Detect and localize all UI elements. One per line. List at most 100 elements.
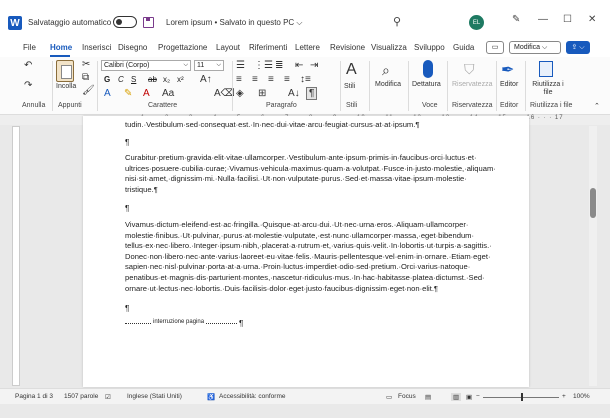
- tab-home[interactable]: Home: [50, 43, 72, 52]
- focus-icon[interactable]: ▭: [386, 393, 392, 401]
- page-indicator[interactable]: Pagina 1 di 3: [15, 393, 53, 400]
- subscript-button[interactable]: x₂: [163, 75, 170, 84]
- accessibility-status[interactable]: Accessibilità: conforme: [219, 393, 285, 400]
- close-icon[interactable]: ✕: [588, 14, 596, 25]
- tab-revisione[interactable]: Revisione: [330, 43, 365, 52]
- autosave-label: Salvataggio automatico: [28, 18, 112, 27]
- strikethrough-button[interactable]: ab: [148, 75, 157, 84]
- language-indicator[interactable]: Inglese (Stati Uniti): [127, 393, 182, 400]
- align-right-icon[interactable]: ≡: [268, 74, 274, 85]
- bullets-icon[interactable]: ☰: [236, 60, 245, 71]
- editor-icon[interactable]: ✒: [501, 60, 514, 80]
- increase-indent-icon[interactable]: ⇥: [310, 60, 318, 71]
- group-label-voce: Voce: [422, 102, 438, 109]
- copy-icon[interactable]: ⧉: [82, 72, 89, 83]
- tab-file[interactable]: File: [23, 43, 36, 52]
- text-effects-icon[interactable]: A: [104, 88, 111, 99]
- microphone-icon[interactable]: [423, 60, 433, 78]
- vertical-ruler[interactable]: [12, 126, 20, 386]
- font-color-icon[interactable]: A: [143, 88, 150, 99]
- shading-icon[interactable]: ◈: [236, 88, 244, 99]
- tab-progettazione[interactable]: Progettazione: [158, 43, 207, 52]
- paste-label[interactable]: Incolla: [56, 83, 76, 91]
- edit-mode-button[interactable]: Modifica ⌵: [509, 41, 561, 54]
- tab-sviluppo[interactable]: Sviluppo: [414, 43, 445, 52]
- tab-layout[interactable]: Layout: [216, 43, 240, 52]
- align-left-icon[interactable]: ≡: [236, 74, 242, 85]
- scrollbar-thumb[interactable]: [590, 188, 596, 218]
- undo-icon[interactable]: ↶: [24, 60, 32, 71]
- zoom-in-button[interactable]: +: [562, 393, 566, 400]
- font-size-select[interactable]: 11 ⌵: [194, 60, 224, 71]
- zoom-out-button[interactable]: −: [476, 393, 480, 400]
- reuse-files-icon[interactable]: [539, 61, 553, 77]
- change-case-icon[interactable]: Aa: [162, 88, 174, 99]
- read-mode-icon[interactable]: ▤: [425, 393, 431, 401]
- superscript-button[interactable]: x²: [177, 75, 184, 84]
- tab-lettere[interactable]: Lettere: [295, 43, 320, 52]
- highlight-icon[interactable]: ✎: [124, 88, 132, 99]
- collapse-ribbon-icon[interactable]: ⌃: [594, 102, 600, 110]
- vertical-scrollbar[interactable]: [589, 126, 597, 386]
- modifica-label[interactable]: Modifica: [375, 81, 401, 89]
- find-icon[interactable]: ⌕: [382, 62, 390, 79]
- tab-riferimenti[interactable]: Riferimenti: [249, 43, 287, 52]
- editor-label[interactable]: Editor: [500, 81, 518, 89]
- focus-button[interactable]: Focus: [398, 393, 416, 400]
- web-layout-icon[interactable]: ▣: [466, 393, 472, 401]
- format-painter-icon[interactable]: 🖌: [82, 85, 95, 96]
- dictation-label[interactable]: Dettatura: [412, 81, 441, 89]
- reuse-files-label[interactable]: Riutilizza i file: [530, 81, 566, 97]
- line-spacing-icon[interactable]: ↕≡: [300, 74, 311, 85]
- group-divider: [525, 61, 526, 111]
- group-label-riutilizza: Riutilizza i file: [530, 102, 573, 109]
- paragraph-2-line: penatibus·et·magnis·dis·parturient·monte…: [125, 272, 485, 282]
- paragraph-2: Vivamus·dictum·eleifend·est·ac·fringilla…: [125, 220, 492, 294]
- paste-icon[interactable]: [56, 60, 74, 82]
- document-page[interactable]: tudin.·Vestibulum·sed·consequat·est.·In·…: [83, 116, 529, 387]
- group-label-carattere: Carattere: [148, 102, 178, 109]
- search-icon[interactable]: ⚲: [393, 15, 401, 28]
- italic-button[interactable]: C: [118, 75, 124, 84]
- show-marks-icon[interactable]: ¶: [306, 87, 318, 100]
- redo-icon[interactable]: ↷: [24, 80, 32, 91]
- tab-guida[interactable]: Guida: [453, 43, 474, 52]
- bold-button[interactable]: G: [104, 75, 110, 84]
- minimize-icon[interactable]: —: [538, 14, 548, 25]
- tab-inserisci[interactable]: Inserisci: [82, 43, 111, 52]
- borders-icon[interactable]: ⊞: [258, 88, 266, 99]
- sort-icon[interactable]: A↓: [288, 88, 300, 99]
- avatar[interactable]: EL: [469, 15, 484, 30]
- document-title[interactable]: Lorem ipsum • Salvato in questo PC ⌵: [166, 18, 302, 28]
- autosave-toggle[interactable]: [113, 16, 137, 28]
- align-center-icon[interactable]: ≡: [252, 74, 258, 85]
- zoom-level[interactable]: 100%: [573, 393, 590, 400]
- zoom-slider-thumb[interactable]: [521, 393, 523, 401]
- proofing-icon[interactable]: ☑: [105, 393, 111, 401]
- multilevel-list-icon[interactable]: ≣: [275, 60, 283, 71]
- accessibility-icon[interactable]: ♿: [207, 393, 215, 401]
- styles-label[interactable]: Stili: [344, 83, 355, 91]
- numbering-icon[interactable]: ⋮☰: [254, 60, 273, 71]
- group-label-appunti: Appunti: [58, 102, 82, 109]
- decrease-indent-icon[interactable]: ⇤: [295, 60, 303, 71]
- comments-button[interactable]: ▭: [486, 41, 504, 54]
- share-button[interactable]: ⇪ ⌵: [566, 41, 590, 54]
- styles-icon[interactable]: A: [346, 61, 362, 81]
- word-count[interactable]: 1507 parole: [64, 393, 98, 400]
- tab-visualizza[interactable]: Visualizza: [371, 43, 407, 52]
- font-name-select[interactable]: Calibri (Corpo) ⌵: [101, 60, 191, 71]
- save-icon[interactable]: [143, 17, 154, 28]
- group-divider: [408, 61, 409, 111]
- sensitivity-icon[interactable]: ⛉: [464, 61, 475, 78]
- sensitivity-label[interactable]: Riservatezza: [452, 81, 492, 89]
- justify-icon[interactable]: ≡: [284, 74, 290, 85]
- pen-icon[interactable]: ✎: [512, 14, 520, 25]
- print-layout-icon[interactable]: ▥: [451, 393, 462, 401]
- tab-disegno[interactable]: Disegno: [118, 43, 147, 52]
- cut-icon[interactable]: ✂: [82, 59, 90, 70]
- group-label-riservatezza: Riservatezza: [452, 102, 493, 109]
- grow-font-icon[interactable]: A↑: [200, 74, 212, 85]
- maximize-icon[interactable]: ☐: [563, 14, 572, 25]
- underline-button[interactable]: S: [131, 75, 136, 84]
